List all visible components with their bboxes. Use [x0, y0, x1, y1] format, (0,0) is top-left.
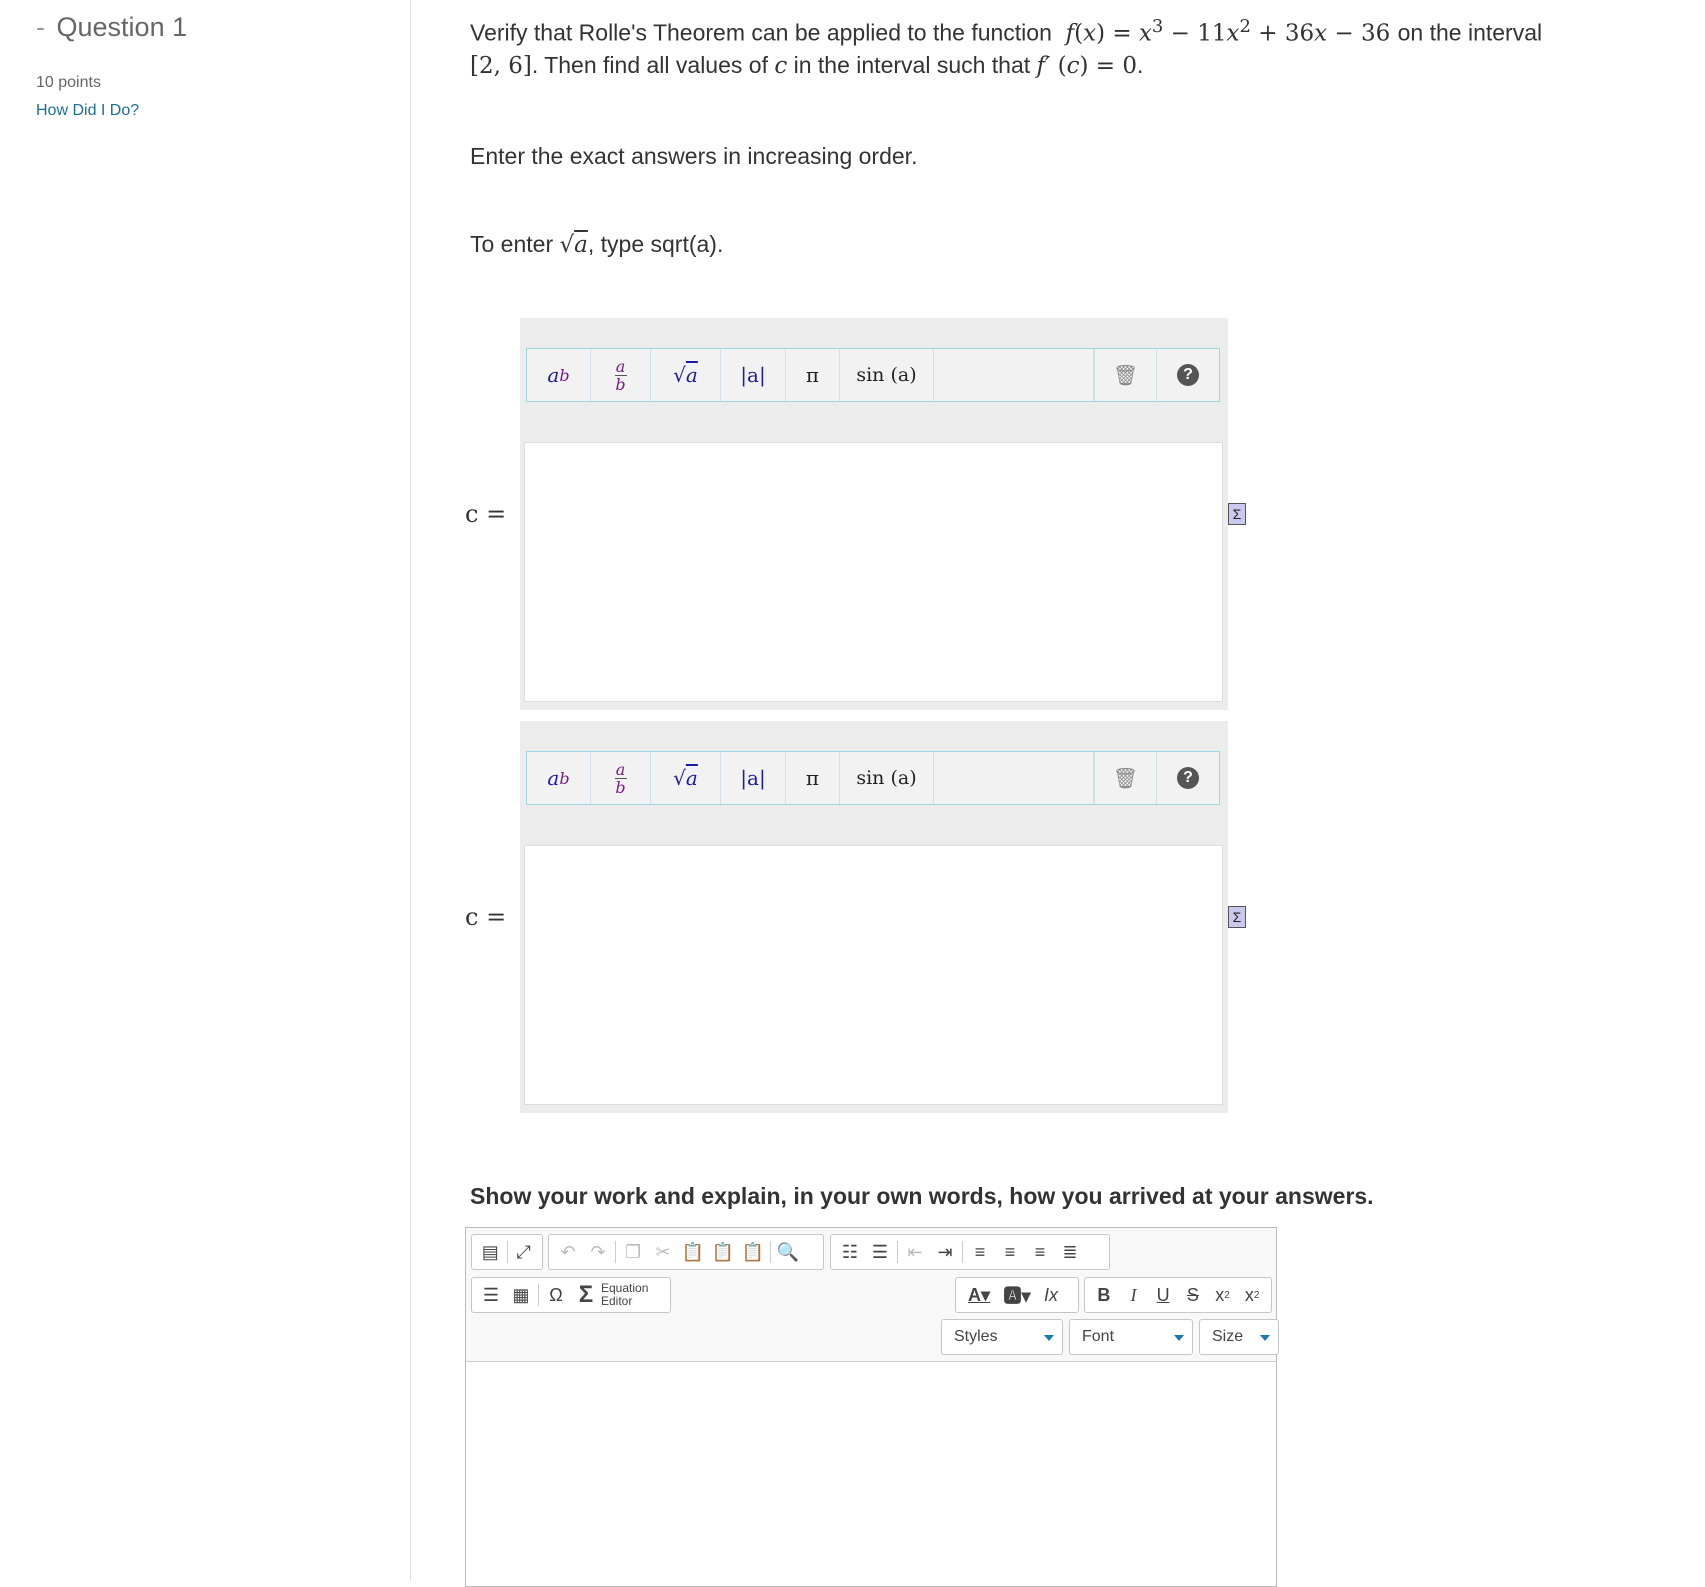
equation-sheet-icon[interactable]: Σ — [1228, 906, 1246, 928]
question-text-suffix: on the interval — [1397, 19, 1543, 46]
toolbar-group-doc: ▤ ⤢ — [471, 1234, 543, 1270]
horizontal-line-icon[interactable]: ☰ — [476, 1280, 506, 1310]
styles-dropdown[interactable]: Styles — [941, 1319, 1063, 1355]
redo-icon[interactable]: ↷ — [583, 1237, 613, 1267]
fraction-button[interactable]: ab — [591, 349, 651, 401]
power-button[interactable]: ab — [527, 349, 591, 401]
fraction-button[interactable]: ab — [591, 752, 651, 804]
help-icon[interactable]: ? — [1157, 349, 1219, 401]
abs-button[interactable]: |a| — [721, 752, 786, 804]
math-input-area-2[interactable] — [524, 845, 1223, 1105]
undo-icon[interactable]: ↶ — [553, 1237, 583, 1267]
power-button[interactable]: ab — [527, 752, 591, 804]
toolbar-group-basic-style: B I U S x2 x2 — [1084, 1277, 1272, 1313]
pi-button[interactable]: π — [786, 752, 840, 804]
outdent-icon[interactable]: ⇤ — [900, 1237, 930, 1267]
instruction-order: Enter the exact answers in increasing or… — [470, 143, 918, 169]
underline-icon[interactable]: U — [1148, 1280, 1178, 1310]
question-text: Verify that Rolle's Theorem can be appli… — [470, 19, 1052, 46]
help-icon[interactable]: ? — [1157, 752, 1219, 804]
trash-icon[interactable]: 🗑 — [1094, 349, 1157, 401]
c-label-2: c = — [465, 903, 507, 931]
maximize-icon[interactable]: ⤢ — [509, 1237, 538, 1267]
numbered-list-icon[interactable]: ☷ — [835, 1237, 865, 1267]
sin-button[interactable]: sin (a) — [840, 349, 934, 401]
toolbar-group-clipboard: ↶ ↷ ❐ ✂ 📋 📋 📋 🔍 — [548, 1234, 824, 1270]
sin-button[interactable]: sin (a) — [840, 752, 934, 804]
justify-icon[interactable]: ≣ — [1055, 1237, 1085, 1267]
superscript-icon[interactable]: x2 — [1237, 1280, 1267, 1310]
how-did-i-do-link[interactable]: How Did I Do? — [36, 102, 139, 120]
equation-sheet-icon[interactable]: Σ — [1228, 503, 1246, 525]
editor-content-area[interactable] — [466, 1362, 1276, 1586]
editor-toolbar: ▤ ⤢ ↶ ↷ ❐ ✂ 📋 📋 📋 🔍 ☷ ☰ ⇤ ⇥ ≡ ≡ ≡ ≣ ☰ ▦ … — [466, 1228, 1279, 1362]
interval: [2, 6] — [470, 53, 532, 79]
remove-format-icon[interactable]: Ix — [1036, 1280, 1066, 1310]
math-toolbar-2: ab ab √ a |a| π sin (a) 🗑 ? — [526, 751, 1220, 805]
points-label: 10 points — [36, 74, 101, 91]
function-formula: f — [1058, 20, 1075, 47]
sqrt-a-symbol: √a — [559, 232, 588, 258]
chevron-down-icon — [1260, 1335, 1270, 1341]
derivative-condition: f′ — [1036, 53, 1051, 79]
chevron-down-icon — [1044, 1335, 1054, 1341]
align-right-icon[interactable]: ≡ — [1025, 1237, 1055, 1267]
size-dropdown[interactable]: Size — [1199, 1319, 1279, 1355]
chevron-down-icon — [1174, 1335, 1184, 1341]
math-input-area-1[interactable] — [524, 442, 1223, 702]
special-char-icon[interactable]: Ω — [541, 1280, 571, 1310]
font-dropdown[interactable]: Font — [1069, 1319, 1193, 1355]
collapse-dash[interactable]: - — [36, 12, 45, 42]
toolbar-spacer — [934, 349, 1094, 401]
find-icon[interactable]: 🔍 — [773, 1237, 803, 1267]
sigma-icon[interactable]: Σ — [571, 1280, 601, 1310]
italic-icon[interactable]: I — [1119, 1280, 1149, 1310]
toolbar-group-insert: ☰ ▦ Ω Σ Equation Editor — [471, 1277, 671, 1313]
question-title[interactable]: - Question 1 — [36, 12, 187, 43]
toolbar-spacer — [934, 752, 1094, 804]
pi-button[interactable]: π — [786, 349, 840, 401]
copy-icon[interactable]: ❐ — [618, 1237, 648, 1267]
bg-color-icon[interactable]: 🅰▾ — [998, 1280, 1036, 1310]
cut-icon[interactable]: ✂ — [648, 1237, 678, 1267]
bold-icon[interactable]: B — [1089, 1280, 1119, 1310]
paste-text-icon[interactable]: 📋 — [708, 1237, 738, 1267]
toolbar-group-color: A▾ 🅰▾ Ix — [955, 1277, 1079, 1313]
table-icon[interactable]: ▦ — [506, 1280, 536, 1310]
paste-word-icon[interactable]: 📋 — [738, 1237, 768, 1267]
sqrt-button[interactable]: √ a — [651, 349, 721, 401]
indent-icon[interactable]: ⇥ — [930, 1237, 960, 1267]
bullet-list-icon[interactable]: ☰ — [865, 1237, 895, 1267]
c-label-1: c = — [465, 500, 507, 528]
question-line-1: Verify that Rolle's Theorem can be appli… — [470, 16, 1543, 47]
question-line-2: [2, 6]. Then find all values of c in the… — [470, 52, 1144, 79]
instruction-sqrt: To enter √a, type sqrt(a). — [470, 231, 724, 258]
strikethrough-icon[interactable]: S — [1178, 1280, 1208, 1310]
subscript-icon[interactable]: x2 — [1208, 1280, 1238, 1310]
equation-editor-button[interactable]: Equation Editor — [601, 1282, 648, 1308]
text-color-icon[interactable]: A▾ — [960, 1280, 998, 1310]
paste-icon[interactable]: 📋 — [678, 1237, 708, 1267]
trash-icon[interactable]: 🗑 — [1094, 752, 1157, 804]
align-center-icon[interactable]: ≡ — [995, 1237, 1025, 1267]
toolbar-group-paragraph: ☷ ☰ ⇤ ⇥ ≡ ≡ ≡ ≣ — [830, 1234, 1110, 1270]
math-answer-box-1: ab ab √ a |a| π sin (a) 🗑 ? — [520, 318, 1228, 710]
sqrt-button[interactable]: √ a — [651, 752, 721, 804]
rich-text-editor: ▤ ⤢ ↶ ↷ ❐ ✂ 📋 📋 📋 🔍 ☷ ☰ ⇤ ⇥ ≡ ≡ ≡ ≣ ☰ ▦ … — [465, 1227, 1279, 1587]
math-answer-box-2: ab ab √ a |a| π sin (a) 🗑 ? — [520, 721, 1228, 1113]
source-icon[interactable]: ▤ — [476, 1237, 505, 1267]
abs-button[interactable]: |a| — [721, 349, 786, 401]
math-toolbar-1: ab ab √ a |a| π sin (a) 🗑 ? — [526, 348, 1220, 402]
work-prompt: Show your work and explain, in your own … — [470, 1183, 1374, 1209]
question-title-text: Question 1 — [56, 12, 188, 42]
align-left-icon[interactable]: ≡ — [965, 1237, 995, 1267]
question-sidebar: - Question 1 10 points How Did I Do? — [0, 0, 411, 1581]
